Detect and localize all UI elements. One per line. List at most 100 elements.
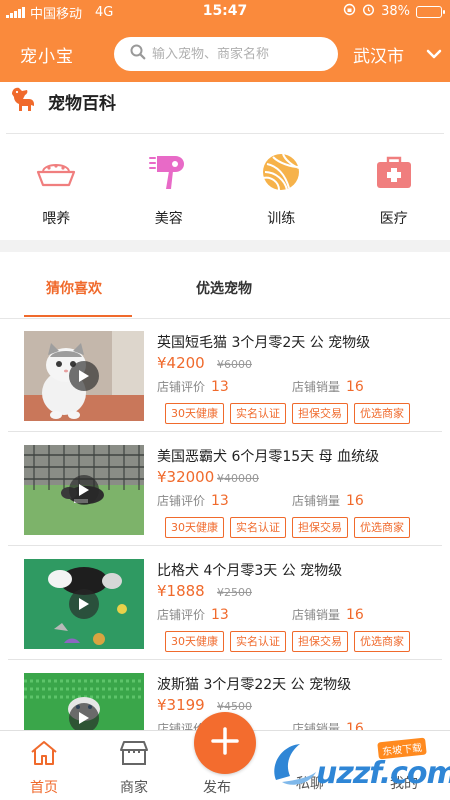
- product-tags: 30天健康 实名认证 担保交易 优选商家: [165, 517, 410, 538]
- yarn-ball-icon: [259, 150, 303, 194]
- encyclopedia-title: 宠物百科: [48, 93, 116, 114]
- nav-merchants[interactable]: 商家: [94, 739, 174, 797]
- list-item[interactable]: 英国短毛猫 3个月零2天 公 宠物级 ¥4200 ¥6000 店铺评价 13 店铺…: [8, 318, 442, 432]
- tag-featured-seller: 优选商家: [354, 631, 410, 652]
- divider: [6, 133, 444, 134]
- original-price: ¥40000: [217, 472, 259, 485]
- top-header: 中国移动 4G 15:47 38% 宠小宝 输入宠物、商家名称 武汉市: [0, 0, 450, 82]
- tag-featured-seller: 优选商家: [354, 403, 410, 424]
- product-tags: 30天健康 实名认证 担保交易 优选商家: [165, 403, 410, 424]
- publish-label: 发布: [203, 780, 231, 796]
- encyclopedia-header: 宠物百科: [8, 84, 116, 118]
- alarm-icon: [362, 3, 375, 20]
- play-icon[interactable]: [69, 589, 99, 619]
- tab-recommended[interactable]: 猜你喜欢: [46, 278, 102, 298]
- shop-rating: 店铺评价 13: [157, 378, 229, 395]
- search-icon: [130, 44, 146, 64]
- shop-rating-value: 13: [211, 493, 229, 509]
- category-training[interactable]: 训练: [225, 150, 338, 238]
- list-item[interactable]: 美国恶霸犬 6个月零15天 母 血统级 ¥32000 ¥40000 店铺评价 13…: [8, 432, 442, 546]
- product-title[interactable]: 美国恶霸犬 6个月零15天 母 血统级: [157, 446, 379, 466]
- status-right: 38%: [343, 3, 445, 20]
- shop-sales-value: 16: [346, 379, 364, 395]
- shop-sales-value: 16: [346, 493, 364, 509]
- dog-icon: [8, 85, 38, 117]
- play-icon[interactable]: [69, 475, 99, 505]
- product-price: ¥1888: [157, 582, 205, 600]
- play-icon[interactable]: [69, 703, 99, 733]
- section-separator: [0, 240, 450, 252]
- chevron-down-icon[interactable]: [426, 46, 442, 65]
- play-icon[interactable]: [69, 361, 99, 391]
- feed-tabs: 猜你喜欢 优选宠物: [0, 265, 450, 317]
- shop-rating: 店铺评价 13: [157, 492, 229, 509]
- tag-escrow: 担保交易: [292, 403, 348, 424]
- nav-label: 商家: [120, 780, 148, 796]
- product-video-thumbnail[interactable]: [24, 559, 144, 649]
- tag-health: 30天健康: [165, 403, 224, 424]
- nav-home[interactable]: 首页: [4, 739, 84, 797]
- nav-label: 首页: [30, 780, 58, 796]
- category-label: 美容: [154, 211, 183, 227]
- shop-sales-label: 店铺销量: [292, 494, 341, 508]
- category-grooming[interactable]: 美容: [113, 150, 226, 238]
- status-bar: 中国移动 4G 15:47 38%: [0, 0, 450, 22]
- product-title[interactable]: 比格犬 4个月零3天 公 宠物级: [157, 560, 342, 580]
- shop-sales: 店铺销量 16: [292, 492, 364, 509]
- tag-featured-seller: 优选商家: [354, 517, 410, 538]
- product-tags: 30天健康 实名认证 担保交易 优选商家: [165, 631, 410, 652]
- shop-sales-label: 店铺销量: [292, 608, 341, 622]
- orientation-lock-icon: [343, 3, 356, 20]
- watermark: 东坡下载 uzzf.com: [266, 736, 450, 792]
- category-label: 医疗: [379, 211, 408, 227]
- shop-sales-value: 16: [346, 607, 364, 623]
- shop-rating: 店铺评价 13: [157, 606, 229, 623]
- shop-rating-value: 13: [211, 379, 229, 395]
- app-screen: 中国移动 4G 15:47 38% 宠小宝 输入宠物、商家名称 武汉市 宠物百科…: [0, 0, 450, 800]
- shop-rating-label: 店铺评价: [157, 380, 206, 394]
- tag-escrow: 担保交易: [292, 517, 348, 538]
- list-item[interactable]: 比格犬 4个月零3天 公 宠物级 ¥1888 ¥2500 店铺评价 13 店铺销量…: [8, 546, 442, 660]
- medical-kit-icon: [372, 150, 416, 194]
- shop-sales: 店铺销量 16: [292, 378, 364, 395]
- shop-rating-label: 店铺评价: [157, 608, 206, 622]
- product-title[interactable]: 英国短毛猫 3个月零2天 公 宠物级: [157, 332, 370, 352]
- category-label: 训练: [267, 211, 296, 227]
- battery-percent: 38%: [381, 4, 410, 19]
- original-price: ¥2500: [217, 586, 252, 599]
- product-price: ¥4200: [157, 354, 205, 372]
- tab-featured-pets[interactable]: 优选宠物: [196, 278, 252, 298]
- product-list: 英国短毛猫 3个月零2天 公 宠物级 ¥4200 ¥6000 店铺评价 13 店铺…: [0, 318, 450, 774]
- product-video-thumbnail[interactable]: [24, 445, 144, 535]
- product-video-thumbnail[interactable]: [24, 331, 144, 421]
- publish-button[interactable]: [194, 712, 256, 774]
- shop-rating-value: 13: [211, 607, 229, 623]
- store-icon: [119, 739, 149, 771]
- category-medical[interactable]: 医疗: [338, 150, 450, 238]
- original-price: ¥6000: [217, 358, 252, 371]
- battery-icon: [416, 5, 445, 18]
- product-price: ¥3199: [157, 696, 205, 714]
- hair-dryer-icon: [147, 150, 191, 194]
- shop-rating-label: 店铺评价: [157, 494, 206, 508]
- plus-icon: [210, 726, 240, 760]
- category-feeding[interactable]: 喂养: [0, 150, 113, 238]
- tag-health: 30天健康: [165, 631, 224, 652]
- shop-sales-label: 店铺销量: [292, 380, 341, 394]
- tag-health: 30天健康: [165, 517, 224, 538]
- shop-sales: 店铺销量 16: [292, 606, 364, 623]
- tag-verified: 实名认证: [230, 631, 286, 652]
- product-title[interactable]: 波斯猫 3个月零22天 公 宠物级: [157, 674, 351, 694]
- category-grid: 喂养 美容 训练 医疗: [0, 150, 450, 238]
- search-bar[interactable]: [114, 37, 338, 71]
- city-selector[interactable]: 武汉市: [353, 42, 404, 67]
- food-bowl-icon: [34, 150, 78, 194]
- home-icon: [29, 739, 59, 771]
- original-price: ¥4500: [217, 700, 252, 713]
- tag-escrow: 担保交易: [292, 631, 348, 652]
- watermark-text: uzzf.com: [316, 756, 450, 791]
- tag-verified: 实名认证: [230, 403, 286, 424]
- search-input[interactable]: [152, 46, 327, 62]
- product-price: ¥32000: [157, 468, 215, 486]
- nav-row: 宠小宝 武汉市: [0, 30, 450, 76]
